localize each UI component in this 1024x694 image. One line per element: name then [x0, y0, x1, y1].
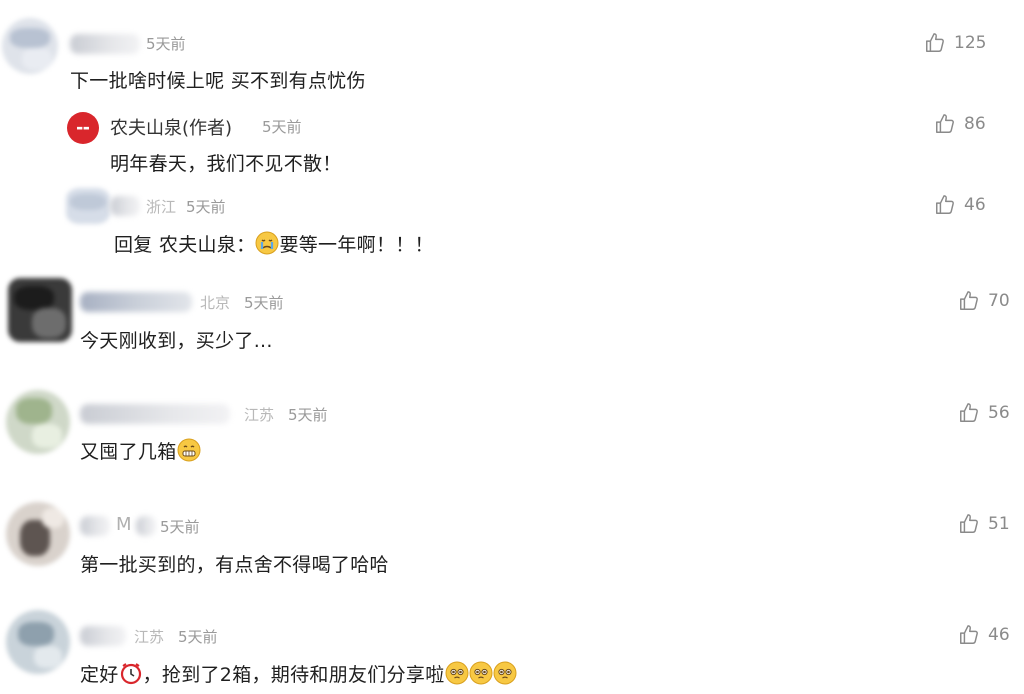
like-count: 56: [988, 403, 1010, 423]
author-avatar[interactable]: ▬▬: [67, 112, 99, 144]
thumbs-up-icon: [958, 290, 980, 312]
comment-location: 江苏: [134, 628, 165, 646]
like-button[interactable]: 70: [958, 290, 1010, 312]
comment-item: 5天前 下一批啥时候上呢 买不到有点忧伤 125: [0, 0, 1024, 100]
username-blurred[interactable]: [80, 404, 230, 424]
comment-item: M 5天前 第一批买到的，有点舍不得喝了哈哈 51: [0, 492, 1024, 602]
avatar[interactable]: [8, 278, 72, 342]
comment-text: 定好 ，抢到了2箱，期待和朋友们分享啦: [80, 660, 517, 690]
username-blurred[interactable]: [136, 516, 156, 536]
like-count: 86: [964, 114, 986, 134]
like-button[interactable]: 56: [958, 402, 1010, 424]
avatar[interactable]: [6, 610, 70, 674]
avatar[interactable]: [6, 502, 70, 566]
like-count: 70: [988, 291, 1010, 311]
thumbs-up-icon: [934, 113, 956, 135]
reply-item: 浙江 5天前 回复 农夫山泉： 要等一年啊！！！ 46: [0, 180, 1024, 260]
comment-time: 5天前: [244, 294, 284, 312]
avatar[interactable]: [66, 188, 110, 224]
comment-text: 下一批啥时候上呢 买不到有点忧伤: [70, 70, 366, 92]
like-button[interactable]: 125: [924, 32, 986, 54]
avatar[interactable]: [6, 390, 70, 454]
thumbs-up-icon: [934, 194, 956, 216]
comment-text: 回复 农夫山泉： 要等一年啊！！！: [114, 230, 434, 260]
comment-item: 北京 5天前 今天刚收到，买少了... 70: [0, 268, 1024, 378]
like-button[interactable]: 46: [958, 624, 1010, 646]
comment-location: 北京: [200, 294, 231, 312]
thumbs-up-icon: [958, 624, 980, 646]
thumbs-up-icon: [924, 32, 946, 54]
comment-text: 明年春天，我们不见不散！: [110, 153, 342, 175]
crying-face-icon: [255, 231, 279, 260]
comment-text: 又囤了几箱: [80, 437, 201, 467]
comment-item: 江苏 5天前 定好 ，抢到了2箱，期待和朋友们分享啦 46: [0, 604, 1024, 694]
comment-text-prefix: 定好: [80, 664, 119, 686]
like-count: 125: [954, 33, 987, 53]
thumbs-up-icon: [958, 402, 980, 424]
comment-text: 第一批买到的，有点舍不得喝了哈哈: [80, 554, 389, 576]
username-blurred[interactable]: [80, 292, 192, 312]
grinning-face-icon: [177, 438, 201, 467]
brand-logo: ▬▬: [76, 124, 90, 132]
author-name[interactable]: 农夫山泉(作者): [110, 114, 232, 140]
pleading-face-icon: [445, 661, 469, 690]
comment-time: 5天前: [262, 118, 302, 136]
username-blurred[interactable]: [110, 196, 140, 216]
comment-text-suffix: ，抢到了2箱，期待和朋友们分享啦: [142, 664, 445, 686]
like-count: 46: [988, 625, 1010, 645]
comment-text: 今天刚收到，买少了...: [80, 330, 273, 352]
pleading-face-icon: [493, 661, 517, 690]
comment-location: 浙江: [146, 198, 177, 216]
comment-time: 5天前: [186, 198, 226, 216]
username-blurred[interactable]: [70, 34, 140, 54]
like-button[interactable]: 86: [934, 113, 986, 135]
avatar[interactable]: [2, 18, 58, 74]
like-button[interactable]: 46: [934, 194, 986, 216]
reply-suffix: 要等一年啊！！！: [279, 234, 434, 256]
username-blurred[interactable]: [80, 626, 126, 646]
pleading-face-icon: [469, 661, 493, 690]
comment-time: 5天前: [160, 518, 200, 536]
comment-name-fragment: M: [116, 514, 132, 535]
like-count: 46: [964, 195, 986, 215]
comment-time: 5天前: [146, 35, 186, 53]
comment-time: 5天前: [178, 628, 218, 646]
username-blurred[interactable]: [80, 516, 110, 536]
reply-item: ▬▬ 农夫山泉(作者) 5天前 明年春天，我们不见不散！ 86: [0, 100, 1024, 180]
like-count: 51: [988, 514, 1010, 534]
comment-text-main: 又囤了几箱: [80, 441, 177, 463]
alarm-clock-icon: [119, 661, 143, 690]
reply-prefix: 回复 农夫山泉：: [114, 234, 256, 256]
comment-item: 江苏 5天前 又囤了几箱 56: [0, 380, 1024, 490]
like-button[interactable]: 51: [958, 513, 1010, 535]
comment-location: 江苏: [244, 406, 275, 424]
comment-time: 5天前: [288, 406, 328, 424]
thumbs-up-icon: [958, 513, 980, 535]
